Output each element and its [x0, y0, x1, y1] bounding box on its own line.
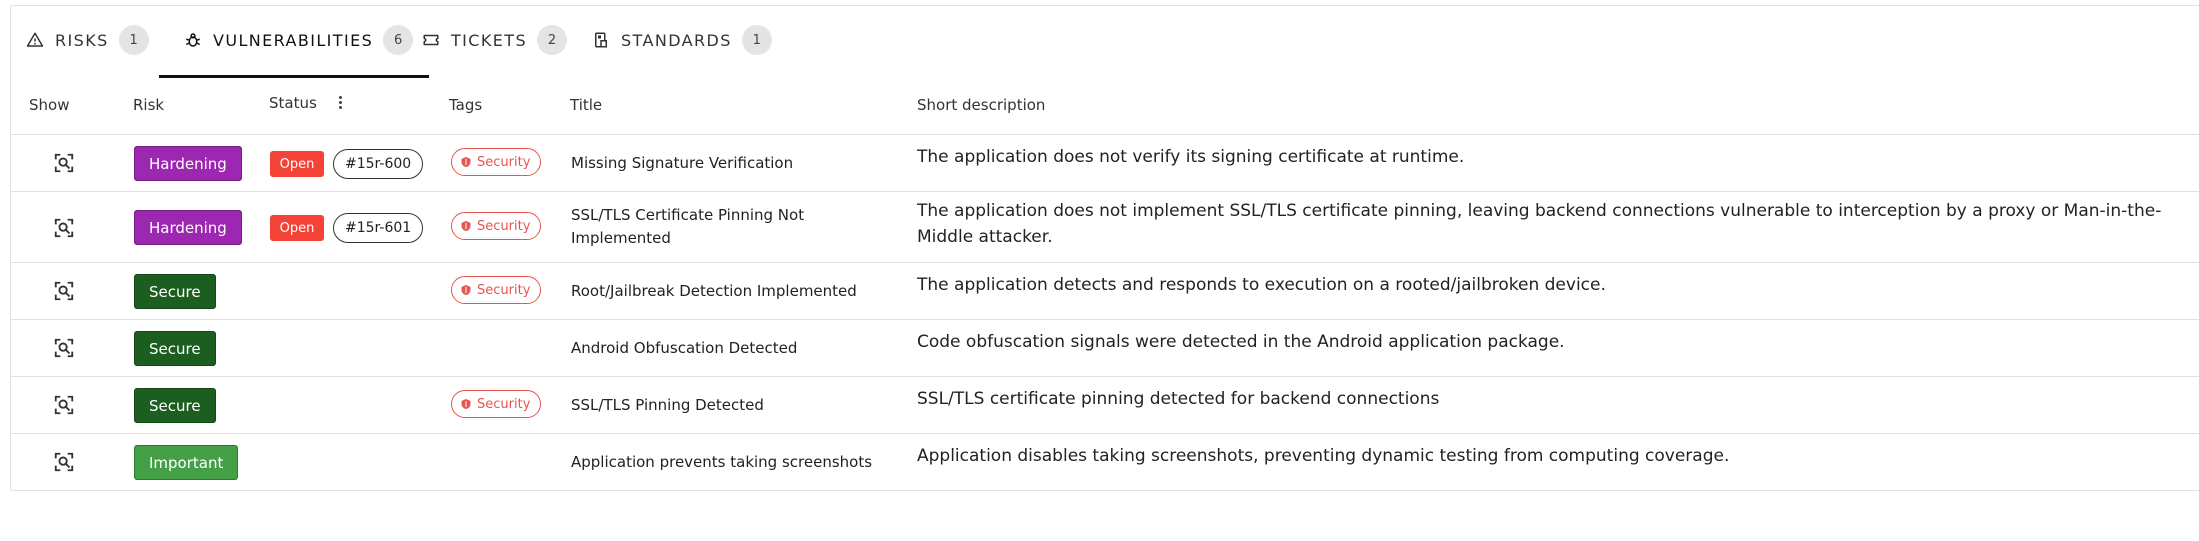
row-title: Android Obfuscation Detected	[571, 339, 798, 357]
risk-badge: Secure	[134, 331, 216, 366]
tab-count-badge: 6	[383, 25, 414, 55]
inspect-icon[interactable]	[53, 337, 75, 359]
warning-icon	[25, 30, 45, 50]
kebab-menu-icon[interactable]	[333, 94, 347, 116]
tab-standards[interactable]: STANDARDS 1	[591, 6, 772, 74]
security-tag: Security	[451, 212, 542, 240]
risk-badge: Secure	[134, 388, 216, 423]
row-title: SSL/TLS Certificate Pinning Not Implemen…	[571, 206, 805, 247]
row-description: The application detects and responds to …	[917, 275, 1606, 295]
tag-label: Security	[477, 396, 531, 412]
row-description: Application disables taking screenshots,…	[917, 446, 1730, 466]
bug-icon	[183, 30, 203, 50]
ticket-chip[interactable]: #15r-600	[333, 149, 424, 179]
row-description: The application does not verify its sign…	[917, 147, 1465, 167]
row-title: Root/Jailbreak Detection Implemented	[571, 282, 857, 300]
standards-icon	[591, 30, 611, 50]
tab-risks[interactable]: RISKS 1	[25, 6, 149, 74]
row-description: SSL/TLS certificate pinning detected for…	[917, 389, 1440, 409]
row-title: Missing Signature Verification	[571, 154, 794, 172]
row-title: Application prevents taking screenshots	[571, 453, 873, 471]
inspect-icon[interactable]	[53, 280, 75, 302]
tab-count-badge: 2	[537, 25, 567, 55]
column-header-risk: Risk	[133, 96, 165, 114]
shield-icon	[461, 157, 471, 167]
inspect-icon[interactable]	[53, 152, 75, 174]
table-row[interactable]: Hardening Open #15r-600 Security Missing…	[11, 136, 2199, 192]
security-tag: Security	[451, 276, 542, 304]
ticket-chip[interactable]: #15r-601	[333, 213, 424, 243]
table-row[interactable]: Important Application prevents taking sc…	[11, 435, 2199, 491]
column-header-short-description: Short description	[917, 96, 1046, 114]
row-description: The application does not implement SSL/T…	[917, 201, 2162, 247]
ticket-icon	[421, 30, 441, 50]
shield-icon	[461, 399, 471, 409]
tab-bar: RISKS 1 VULNERABILITIES 6 TICKETS 2 STAN…	[11, 6, 2199, 78]
status-badge: Open	[270, 151, 324, 177]
risk-badge: Hardening	[134, 210, 242, 245]
table-row[interactable]: Secure Security SSL/TLS Pinning Detected…	[11, 378, 2199, 434]
column-header-status: Status	[269, 94, 317, 112]
shield-icon	[461, 221, 471, 231]
table-row[interactable]: Hardening Open #15r-601 Security SSL/TLS…	[11, 193, 2199, 263]
security-tag: Security	[451, 390, 542, 418]
risk-badge: Secure	[134, 274, 216, 309]
tab-label: RISKS	[55, 30, 109, 50]
tab-count-badge: 1	[741, 25, 772, 55]
tab-count-badge: 1	[118, 25, 149, 55]
inspect-icon[interactable]	[53, 451, 75, 473]
tag-label: Security	[477, 282, 531, 298]
table-row[interactable]: Secure Security Root/Jailbreak Detection…	[11, 264, 2199, 320]
table-header: Show Risk Status Tags Title Short descri…	[11, 76, 2199, 135]
inspect-icon[interactable]	[53, 217, 75, 239]
row-title: SSL/TLS Pinning Detected	[571, 396, 764, 414]
risk-badge: Hardening	[134, 146, 242, 181]
status-badge: Open	[270, 215, 324, 241]
column-header-tags: Tags	[449, 96, 483, 114]
inspect-icon[interactable]	[53, 394, 75, 416]
tag-label: Security	[477, 154, 531, 170]
table-row[interactable]: Secure Android Obfuscation Detected Code…	[11, 321, 2199, 377]
tab-label: STANDARDS	[621, 30, 732, 50]
tag-label: Security	[477, 218, 531, 234]
tab-tickets[interactable]: TICKETS 2	[421, 6, 567, 74]
risk-badge: Important	[134, 445, 239, 480]
column-header-show: Show	[29, 96, 70, 114]
vulnerabilities-panel: RISKS 1 VULNERABILITIES 6 TICKETS 2 STAN…	[10, 5, 2199, 491]
tab-vulnerabilities[interactable]: VULNERABILITIES 6	[159, 6, 430, 78]
tab-label: VULNERABILITIES	[213, 30, 374, 50]
row-description: Code obfuscation signals were detected i…	[917, 332, 1565, 352]
column-header-title: Title	[570, 96, 603, 114]
security-tag: Security	[451, 148, 542, 176]
shield-icon	[461, 285, 471, 295]
tab-label: TICKETS	[451, 30, 527, 50]
